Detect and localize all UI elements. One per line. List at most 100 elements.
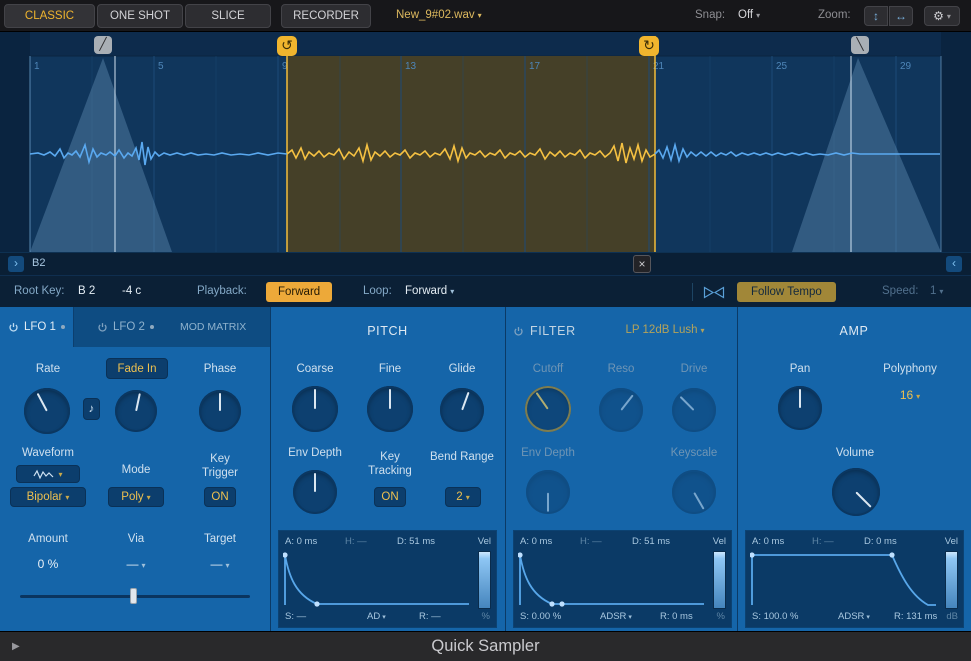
- amp-env-decay[interactable]: D: 0 ms: [864, 536, 897, 547]
- power-icon[interactable]: [97, 322, 108, 333]
- rate-sync-button[interactable]: ♪: [83, 398, 100, 420]
- waveform-canvas[interactable]: 1 5 9 13 17 21 25 29: [0, 32, 971, 252]
- zoom-vertical-button[interactable]: ↕: [864, 6, 888, 26]
- filter-env-release[interactable]: R: 0 ms: [660, 611, 693, 622]
- speed-select[interactable]: 1▾: [930, 285, 943, 297]
- zoom-horizontal-button[interactable]: ↔: [889, 6, 913, 26]
- key-tracking-label: Key Tracking: [358, 450, 422, 479]
- loop-end-handle[interactable]: ↻: [639, 36, 659, 56]
- pitch-env-release[interactable]: R: —: [419, 611, 441, 622]
- filter-env-decay[interactable]: D: 51 ms: [632, 536, 670, 547]
- chevron-down-icon: ▾: [466, 493, 470, 502]
- chevron-down-icon: ▾: [701, 326, 705, 335]
- amount-value[interactable]: 0 %: [14, 557, 82, 571]
- plugin-footer: ▶ Quick Sampler: [0, 631, 971, 661]
- filter-power-icon[interactable]: [513, 326, 524, 337]
- chevron-down-icon: ▾: [58, 470, 62, 479]
- root-key-value[interactable]: B 2: [78, 285, 95, 297]
- amount-slider-handle[interactable]: [130, 588, 137, 604]
- amp-envelope-curve[interactable]: [750, 550, 938, 608]
- filter-env-hold[interactable]: H: —: [580, 536, 602, 547]
- key-tracking-toggle[interactable]: ON: [374, 487, 406, 507]
- tab-mod-matrix[interactable]: MOD MATRIX: [180, 307, 246, 347]
- follow-tempo-button[interactable]: Follow Tempo: [737, 282, 836, 302]
- rate-knob[interactable]: [24, 388, 70, 434]
- pitch-vel-slider[interactable]: [478, 551, 491, 609]
- sample-file-select[interactable]: New_9#02.wav▾: [396, 9, 482, 21]
- action-menu-button[interactable]: ⚙▾: [924, 6, 960, 26]
- polyphony-select[interactable]: 16▾: [885, 388, 935, 402]
- fade-in-knob[interactable]: [115, 390, 157, 432]
- coarse-label: Coarse: [285, 362, 345, 376]
- filter-env-attack[interactable]: A: 0 ms: [520, 536, 552, 547]
- tab-classic-label: CLASSIC: [25, 10, 74, 22]
- pitch-env-depth-knob[interactable]: [293, 470, 337, 514]
- tab-lfo2[interactable]: LFO 2: [97, 307, 154, 347]
- tab-recorder[interactable]: RECORDER: [281, 4, 371, 28]
- fade-in-handle[interactable]: ╱: [94, 36, 112, 54]
- via-select[interactable]: —▾: [106, 557, 166, 571]
- amp-env-release[interactable]: R: 131 ms: [894, 611, 937, 622]
- pitch-env-hold[interactable]: H: —: [345, 536, 367, 547]
- scroll-left-button[interactable]: ›: [8, 256, 24, 272]
- fade-out-handle[interactable]: ╲: [851, 36, 869, 54]
- playback-mode-button[interactable]: Forward: [266, 282, 332, 302]
- chevron-down-icon: ▾: [147, 493, 151, 502]
- tune-value[interactable]: -4 c: [122, 285, 141, 297]
- cutoff-knob[interactable]: [525, 386, 571, 432]
- filter-env-depth-knob[interactable]: [526, 470, 570, 514]
- pitch-env-mode-select[interactable]: AD▾: [367, 611, 386, 622]
- power-icon[interactable]: [8, 322, 19, 333]
- pitch-envelope-display[interactable]: A: 0 ms H: — D: 51 ms Vel S: — AD▾ R: — …: [278, 530, 497, 628]
- chevron-down-icon: ▾: [866, 614, 870, 621]
- reso-knob[interactable]: [599, 388, 643, 432]
- filter-envelope-curve[interactable]: [518, 550, 706, 608]
- filter-env-sustain[interactable]: S: 0.00 %: [520, 611, 561, 622]
- tab-one-shot[interactable]: ONE SHOT: [97, 4, 183, 28]
- coarse-knob[interactable]: [292, 386, 338, 432]
- glide-knob[interactable]: [440, 388, 484, 432]
- crossfade-icon[interactable]: [703, 286, 725, 299]
- loop-end-icon: ↻: [643, 37, 655, 53]
- loop-start-handle[interactable]: ↺: [277, 36, 297, 56]
- pitch-env-sustain[interactable]: S: —: [285, 611, 306, 622]
- amp-env-attack[interactable]: A: 0 ms: [752, 536, 784, 547]
- amp-env-hold[interactable]: H: —: [812, 536, 834, 547]
- lfo-waveform-select[interactable]: ▾: [16, 465, 80, 483]
- key-trigger-toggle[interactable]: ON: [204, 487, 236, 507]
- lfo-mode-select[interactable]: Poly▾: [108, 487, 164, 507]
- fade-mode-button[interactable]: Fade In: [106, 358, 168, 379]
- tab-classic[interactable]: CLASSIC: [4, 4, 95, 28]
- filter-vel-slider[interactable]: [713, 551, 726, 609]
- keyscale-knob[interactable]: [672, 470, 716, 514]
- phase-knob[interactable]: [199, 390, 241, 432]
- tab-lfo1[interactable]: LFO 1: [0, 307, 74, 347]
- bend-range-select[interactable]: 2▾: [445, 487, 481, 507]
- pitch-env-attack[interactable]: A: 0 ms: [285, 536, 317, 547]
- target-label: Target: [186, 532, 254, 546]
- amp-vel-slider[interactable]: [945, 551, 958, 609]
- keytrack-strip: › B2 × ‹: [0, 252, 971, 275]
- filter-type-select[interactable]: LP 12dB Lush▾: [600, 324, 730, 336]
- amp-env-mode-select[interactable]: ADSR▾: [838, 611, 870, 622]
- fine-knob[interactable]: [367, 386, 413, 432]
- scroll-right-button[interactable]: ‹: [946, 256, 962, 272]
- amp-envelope-display[interactable]: A: 0 ms H: — D: 0 ms Vel S: 100.0 % ADSR…: [745, 530, 964, 628]
- pitch-envelope-curve[interactable]: [283, 550, 471, 608]
- target-select[interactable]: —▾: [186, 557, 254, 571]
- lfo-polarity-select[interactable]: Bipolar▾: [10, 487, 86, 507]
- filter-env-mode-select[interactable]: ADSR▾: [600, 611, 632, 622]
- volume-knob[interactable]: [832, 468, 880, 516]
- filter-envelope-display[interactable]: A: 0 ms H: — D: 51 ms Vel S: 0.00 % ADSR…: [513, 530, 732, 628]
- fine-label: Fine: [360, 362, 420, 376]
- keyscale-label: Keyscale: [662, 446, 726, 460]
- tab-slice[interactable]: SLICE: [185, 4, 271, 28]
- loop-mode-select[interactable]: Forward▾: [405, 285, 454, 297]
- crossfade-close-button[interactable]: ×: [633, 255, 651, 273]
- pitch-env-decay[interactable]: D: 51 ms: [397, 536, 435, 547]
- pan-knob[interactable]: [778, 386, 822, 430]
- amp-env-sustain[interactable]: S: 100.0 %: [752, 611, 798, 622]
- waveform-display[interactable]: 1 5 9 13 17 21 25 29: [0, 32, 971, 252]
- snap-select[interactable]: Off▾: [738, 9, 760, 21]
- drive-knob[interactable]: [672, 388, 716, 432]
